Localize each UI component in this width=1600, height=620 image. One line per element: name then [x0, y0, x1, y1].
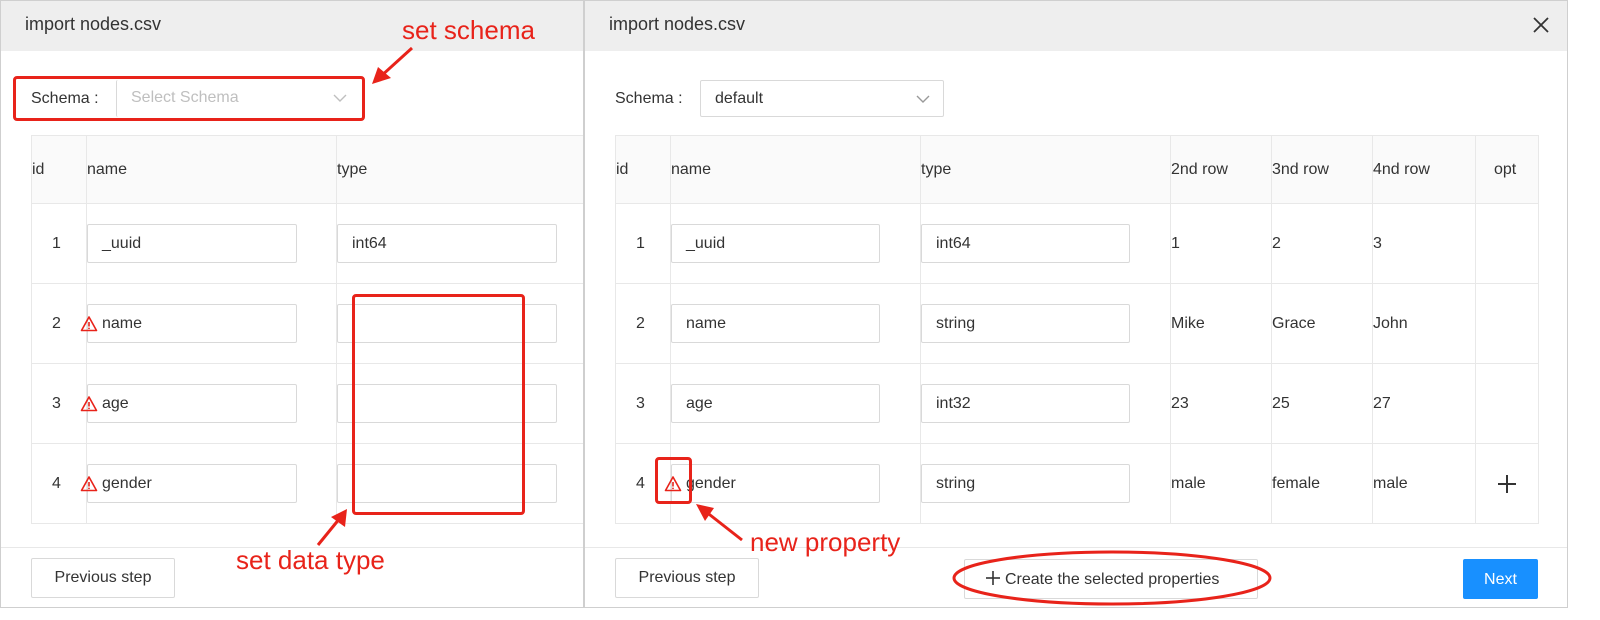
table-row: 1 _uuid int64 1 2 3 [615, 203, 1539, 284]
row-id: 3 [636, 394, 645, 412]
chevron-down-icon [916, 95, 930, 103]
new-property-highlight-box [655, 457, 692, 504]
schema-label: Schema : [615, 90, 683, 107]
sample-value: Grace [1271, 283, 1373, 364]
sample-value: male [1372, 443, 1476, 524]
sample-value: Mike [1170, 283, 1272, 364]
sample-value: 25 [1271, 363, 1373, 444]
sample-value: male [1170, 443, 1272, 524]
warning-icon [80, 475, 98, 491]
schema-select[interactable]: default [700, 80, 944, 117]
column-header-name: name [86, 135, 337, 204]
dialog-header: import nodes.csv [585, 1, 1567, 51]
data-type-select[interactable]: int64 [921, 224, 1130, 263]
column-header-type: type [920, 135, 1171, 204]
next-button[interactable]: Next [1463, 559, 1538, 599]
property-name-input[interactable]: age [87, 384, 297, 423]
data-type-select[interactable]: int32 [921, 384, 1130, 423]
sample-value: 3 [1372, 203, 1476, 284]
row-id: 1 [636, 234, 645, 252]
property-name-input[interactable]: _uuid [671, 224, 880, 263]
schema-highlight-box [13, 76, 365, 121]
footer-divider [585, 547, 1567, 548]
property-name-input[interactable]: gender [671, 464, 880, 503]
table-row: 3 age int32 23 25 27 [615, 363, 1539, 444]
sample-value: 1 [1170, 203, 1272, 284]
row-id: 2 [636, 314, 645, 332]
warning-icon [80, 395, 98, 411]
data-type-select[interactable]: string [921, 464, 1130, 503]
plus-icon [986, 570, 1000, 585]
column-header-name: name [670, 135, 921, 204]
close-icon[interactable] [1529, 13, 1553, 37]
id-cell: 2 [31, 283, 98, 364]
row-id: 2 [52, 314, 61, 332]
data-type-select[interactable]: int64 [337, 224, 557, 263]
row-id: 4 [636, 474, 645, 492]
column-header-2nd-row: 2nd row [1170, 135, 1272, 204]
column-header-id: id [615, 135, 671, 204]
id-cell: 4 [31, 443, 98, 524]
add-property-icon[interactable] [1496, 473, 1518, 495]
column-header-id: id [31, 135, 87, 204]
table-row: 4 gender string male female male [615, 443, 1539, 524]
table-row: 2 name string Mike Grace John [615, 283, 1539, 364]
property-name-input[interactable]: age [671, 384, 880, 423]
opt-cell [1475, 443, 1539, 524]
new-property-annotation: new property [750, 527, 901, 557]
schema-select-value: default [715, 90, 764, 107]
sample-value: 2 [1271, 203, 1373, 284]
opt-cell [1475, 203, 1539, 284]
previous-step-button[interactable]: Previous step [615, 558, 759, 598]
data-type-highlight-box [352, 294, 525, 515]
column-header-opt: opt [1475, 135, 1539, 204]
id-cell: 1 [31, 203, 87, 284]
row-id: 3 [52, 394, 61, 412]
property-name-input[interactable]: name [87, 304, 297, 343]
column-header-3nd-row: 3nd row [1271, 135, 1373, 204]
dialog-title: import nodes.csv [25, 14, 162, 34]
column-header-4nd-row: 4nd row [1372, 135, 1476, 204]
create-selected-properties-label: Create the selected properties [1005, 570, 1220, 588]
table-row: 1 _uuid int64 [31, 203, 583, 284]
dialog-title: import nodes.csv [609, 14, 746, 34]
property-name-input[interactable]: name [671, 304, 880, 343]
import-dialog-right: import nodes.csv Schema : default id nam… [584, 0, 1568, 608]
sample-value: John [1372, 283, 1476, 364]
column-header-type: type [336, 135, 583, 204]
sample-value: 23 [1170, 363, 1272, 444]
set-schema-annotation: set schema [402, 15, 535, 45]
id-cell: 3 [31, 363, 98, 444]
sample-value: female [1271, 443, 1373, 524]
field-mapping-table: id name type 2nd row 3nd row 4nd row opt… [615, 135, 1539, 524]
set-data-type-annotation: set data type [236, 545, 385, 575]
create-selected-properties-button[interactable]: Create the selected properties [964, 559, 1258, 599]
sample-value: 27 [1372, 363, 1476, 444]
previous-step-button[interactable]: Previous step [31, 558, 175, 598]
data-type-select[interactable]: string [921, 304, 1130, 343]
row-id: 4 [52, 474, 61, 492]
property-name-input[interactable]: _uuid [87, 224, 297, 263]
row-id: 1 [52, 234, 61, 252]
opt-cell [1475, 363, 1539, 444]
property-name-input[interactable]: gender [87, 464, 297, 503]
opt-cell [1475, 283, 1539, 364]
warning-icon [80, 315, 98, 331]
